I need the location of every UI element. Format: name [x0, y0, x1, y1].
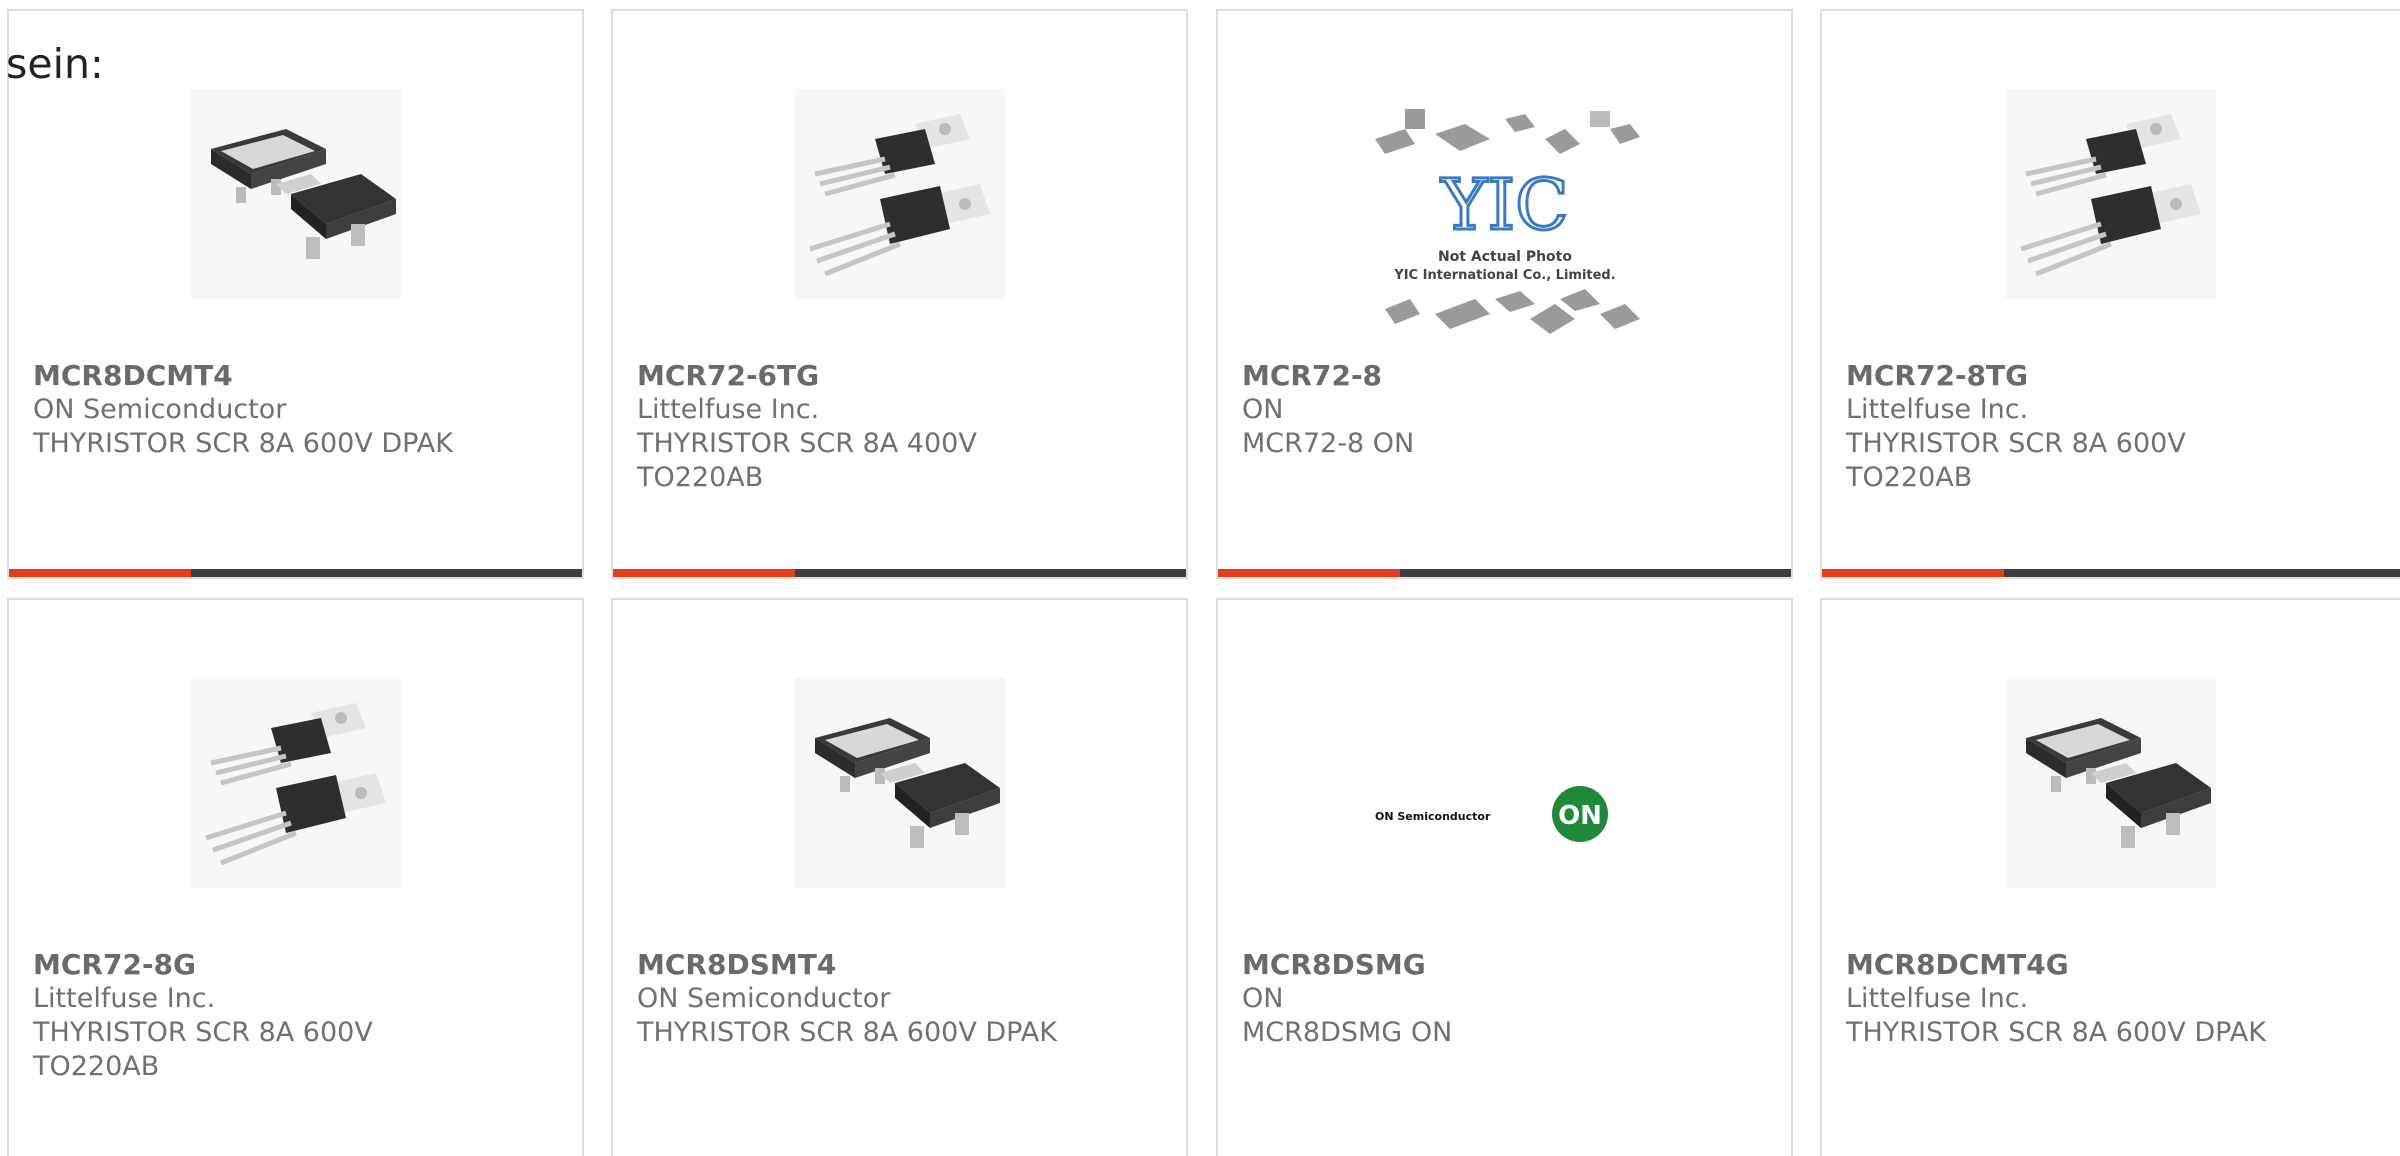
- part-number-link[interactable]: MCR8DSMG: [1242, 948, 1771, 982]
- product-card[interactable]: MCR8DCMT4G Littelfuse Inc. THYRISTOR SCR…: [1820, 598, 2400, 1156]
- description-label: THYRISTOR SCR 8A 400V TO220AB: [637, 428, 977, 493]
- description-label: THYRISTOR SCR 8A 600V TO220AB: [33, 1017, 373, 1082]
- intro-text: sein:: [6, 40, 104, 88]
- part-number-link[interactable]: MCR72-8TG: [1846, 359, 2380, 393]
- yic-not-actual-photo-icon: YIC Not Actual Photo YIC International Co.…: [1365, 99, 1645, 349]
- manufacturer-label: ON Semiconductor: [33, 394, 287, 425]
- svg-text:Not Actual Photo: Not Actual Photo: [1438, 249, 1572, 265]
- manufacturer-label: ON: [1242, 394, 1284, 425]
- product-grid-page: sein: MCR8DCMT4 ON Semiconductor THYRIST…: [0, 0, 2400, 1156]
- to220-package-icon: [190, 678, 401, 888]
- manufacturer-label: Littelfuse Inc.: [1846, 394, 2029, 425]
- dpak-package-icon: [190, 89, 401, 299]
- svg-text:ON: ON: [1558, 801, 1602, 831]
- svg-text:YIC International Co., Limited: YIC International Co., Limited.: [1393, 268, 1615, 283]
- product-card[interactable]: MCR8DSMT4 ON Semiconductor THYRISTOR SCR…: [611, 598, 1188, 1156]
- description-label: MCR8DSMG ON: [1242, 1017, 1453, 1048]
- part-number-link[interactable]: MCR72-8: [1242, 359, 1771, 393]
- svg-text:ON Semiconductor: ON Semiconductor: [1375, 810, 1491, 823]
- part-number-link[interactable]: MCR8DCMT4: [33, 359, 562, 393]
- product-card[interactable]: MCR72-8TG Littelfuse Inc. THYRISTOR SCR …: [1820, 9, 2400, 579]
- card-bottom-bar: [613, 569, 1186, 577]
- manufacturer-label: Littelfuse Inc.: [33, 983, 216, 1014]
- description-label: MCR72-8 ON: [1242, 428, 1415, 459]
- part-number-link[interactable]: MCR8DCMT4G: [1846, 948, 2380, 982]
- description-label: THYRISTOR SCR 8A 600V DPAK: [1846, 1017, 2266, 1048]
- manufacturer-label: Littelfuse Inc.: [637, 394, 820, 425]
- card-accent-bar: [9, 569, 191, 577]
- product-card[interactable]: ON Semiconductor ON MCR8DSMG ON MCR8DSMG …: [1216, 598, 1793, 1156]
- card-accent-bar: [613, 569, 795, 577]
- description-label: THYRISTOR SCR 8A 600V DPAK: [637, 1017, 1057, 1048]
- part-number-link[interactable]: MCR72-8G: [33, 948, 562, 982]
- product-card[interactable]: MCR72-8G Littelfuse Inc. THYRISTOR SCR 8…: [7, 598, 584, 1156]
- card-bottom-bar: [1218, 569, 1791, 577]
- to220-package-icon: [2006, 89, 2216, 299]
- description-label: THYRISTOR SCR 8A 600V TO220AB: [1846, 428, 2186, 493]
- product-card[interactable]: MCR8DCMT4 ON Semiconductor THYRISTOR SCR…: [7, 9, 584, 579]
- card-accent-bar: [1822, 569, 2004, 577]
- product-card[interactable]: MCR72-6TG Littelfuse Inc. THYRISTOR SCR …: [611, 9, 1188, 579]
- svg-text:YIC: YIC: [1440, 164, 1568, 246]
- product-card[interactable]: YIC Not Actual Photo YIC International Co.…: [1216, 9, 1793, 579]
- to220-package-icon: [794, 89, 1005, 299]
- dpak-package-icon: [2006, 678, 2216, 888]
- part-number-link[interactable]: MCR8DSMT4: [637, 948, 1166, 982]
- dpak-package-icon: [794, 678, 1005, 888]
- manufacturer-label: ON: [1242, 983, 1284, 1014]
- on-semiconductor-logo-icon: ON Semiconductor ON: [1365, 688, 1645, 938]
- card-bottom-bar: [1822, 569, 2400, 577]
- card-accent-bar: [1218, 569, 1400, 577]
- card-bottom-bar: [9, 569, 582, 577]
- description-label: THYRISTOR SCR 8A 600V DPAK: [33, 428, 453, 459]
- manufacturer-label: ON Semiconductor: [637, 983, 891, 1014]
- part-number-link[interactable]: MCR72-6TG: [637, 359, 1166, 393]
- manufacturer-label: Littelfuse Inc.: [1846, 983, 2029, 1014]
